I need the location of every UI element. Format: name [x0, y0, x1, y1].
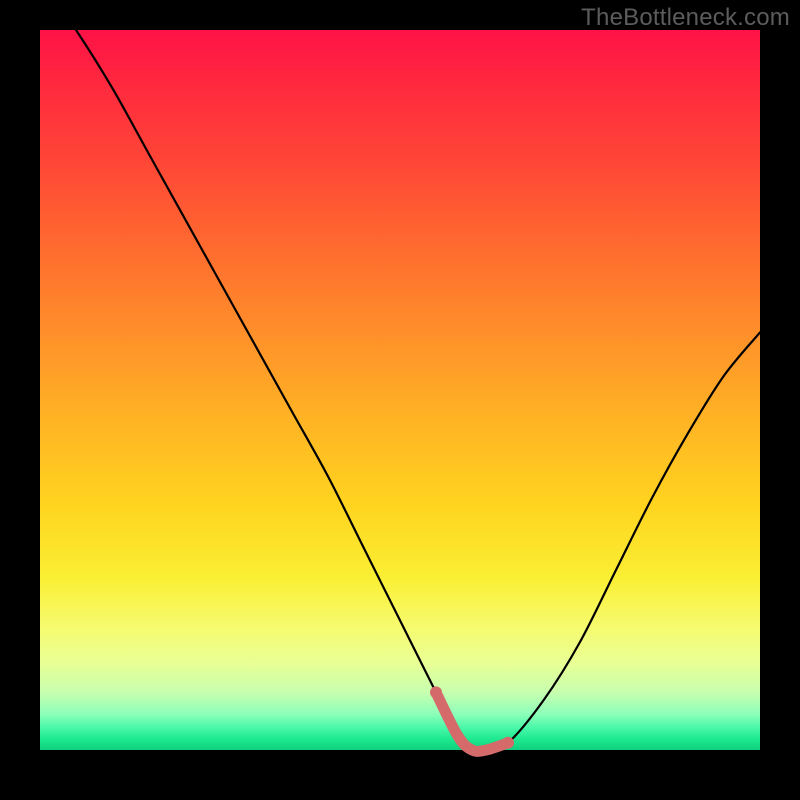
optimal-zone-highlight [436, 692, 508, 751]
chart-frame: TheBottleneck.com [0, 0, 800, 800]
bottleneck-curve [40, 0, 760, 751]
optimal-zone-dot-left [430, 686, 442, 698]
optimal-zone-dot-right [502, 737, 514, 749]
plot-area [40, 30, 760, 750]
curve-layer [40, 30, 760, 750]
watermark-text: TheBottleneck.com [581, 4, 790, 32]
